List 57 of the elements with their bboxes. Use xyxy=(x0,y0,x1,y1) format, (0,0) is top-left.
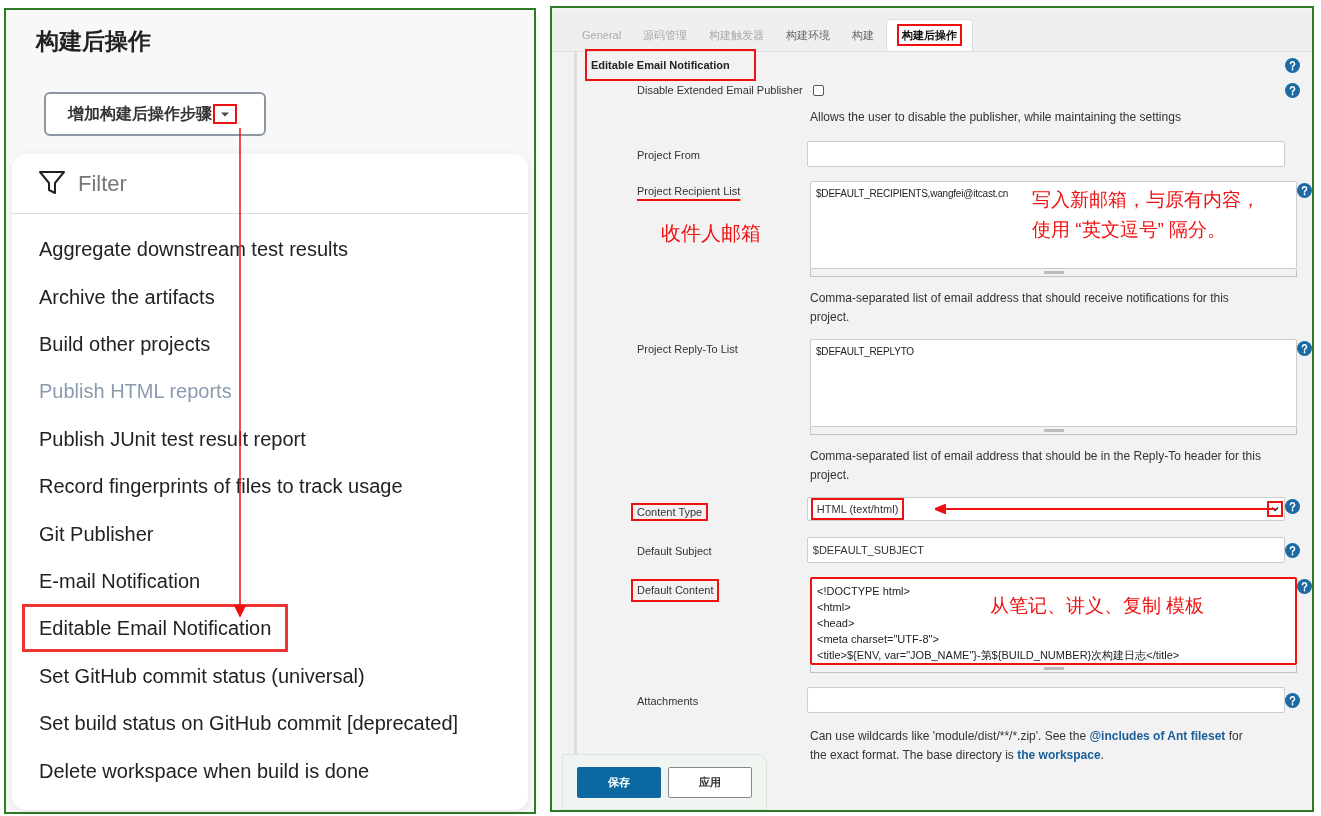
annotation-note: 使用 “英文逗号” 隔分。 xyxy=(1032,218,1227,242)
field-label: Project Reply-To List xyxy=(637,342,738,357)
tab[interactable]: 构建环境 xyxy=(776,19,841,51)
text-line: <html> xyxy=(817,600,851,615)
annotation-note: 写入新邮箱，与原有内容， xyxy=(1032,188,1260,212)
help-icon[interactable] xyxy=(1297,183,1312,198)
help-link[interactable]: the workspace xyxy=(1017,748,1101,762)
text-line: <!DOCTYPE html> xyxy=(817,584,910,599)
field-label: Attachments xyxy=(637,695,699,707)
text-area[interactable]: $DEFAULT_REPLYTO xyxy=(810,339,1297,427)
menu-item[interactable]: Set build status on GitHub commit [deprecated] xyxy=(22,699,476,748)
field-label: Disable Extended Email Publisher xyxy=(637,82,804,98)
select-field[interactable]: HTML (text/html) xyxy=(806,497,1285,521)
field-description: Allows the user to disable the publisher, while maintaining the settings xyxy=(810,109,1182,126)
help-icon[interactable] xyxy=(1285,499,1300,514)
tab[interactable]: 构建 xyxy=(842,19,885,51)
filter-field[interactable]: Filter xyxy=(78,166,127,200)
text-line: <title>${ENV, var="JOB_NAME"}-第${BUILD_NUMBER}次构建日志</title> xyxy=(817,648,1180,663)
help-icon[interactable] xyxy=(1285,542,1300,558)
field-label: Content Type xyxy=(631,503,709,521)
field-description: Comma-separated list of email address that should be in the Reply-To header for this project. xyxy=(810,448,1262,484)
text-line: <head> xyxy=(817,616,855,631)
section-title: Editable Email Notification xyxy=(585,48,756,82)
field-description: Comma-separated list of email address that should receive notifications for this project. xyxy=(810,290,1230,326)
text-line: <meta charset="UTF-8"> xyxy=(817,632,939,647)
annotation-note: 收件人邮箱 xyxy=(660,220,761,246)
text-field[interactable] xyxy=(806,141,1285,167)
help-icon[interactable] xyxy=(1285,692,1300,708)
field-description: Can use wildcards like 'module/dist/**/*.zip'. See the @includes of Ant fileset for the exact format. The base directory is the workspace. xyxy=(810,728,1244,764)
menu-item[interactable]: Git Publisher xyxy=(22,509,171,558)
menu-item[interactable]: Delete workspace when build is done xyxy=(22,746,387,795)
text-line: $DEFAULT_RECIPIENTS,wangfei@itcast.cn xyxy=(816,187,1009,201)
menu-item[interactable]: Set GitHub commit status (universal) xyxy=(22,651,382,700)
section-heading: 构建后操作 xyxy=(36,27,151,56)
checkbox[interactable] xyxy=(813,84,824,96)
field-label: Default Subject xyxy=(637,545,712,557)
tab[interactable]: 构建后操作 xyxy=(886,19,974,51)
field-label: Default Content xyxy=(631,579,720,602)
menu-item[interactable]: Archive the artifacts xyxy=(22,272,232,321)
help-icon[interactable] xyxy=(1285,57,1300,73)
apply-button[interactable]: 应用 xyxy=(668,766,752,798)
text-field[interactable]: $DEFAULT_SUBJECT xyxy=(806,537,1285,563)
field-label: Project From xyxy=(637,149,700,161)
text-field[interactable] xyxy=(806,687,1285,713)
help-icon[interactable] xyxy=(1297,341,1312,356)
text-line: $DEFAULT_REPLYTO xyxy=(816,345,914,359)
help-icon[interactable] xyxy=(1285,82,1300,98)
menu-item[interactable]: Editable Email Notification xyxy=(22,604,289,653)
add-step-button[interactable]: 增加构建后操作步骤 xyxy=(44,91,266,136)
menu-item[interactable]: E-mail Notification xyxy=(22,556,218,605)
help-link[interactable]: @includes of Ant fileset xyxy=(1089,729,1226,743)
filter-icon xyxy=(38,170,66,196)
save-button[interactable]: 保存 xyxy=(577,766,661,798)
menu-item[interactable]: Build other projects xyxy=(22,320,228,368)
annotation-note: 从笔记、讲义、复制 模板 xyxy=(990,594,1205,618)
help-icon[interactable] xyxy=(1297,579,1312,594)
field-label: Project Recipient List xyxy=(637,184,741,199)
